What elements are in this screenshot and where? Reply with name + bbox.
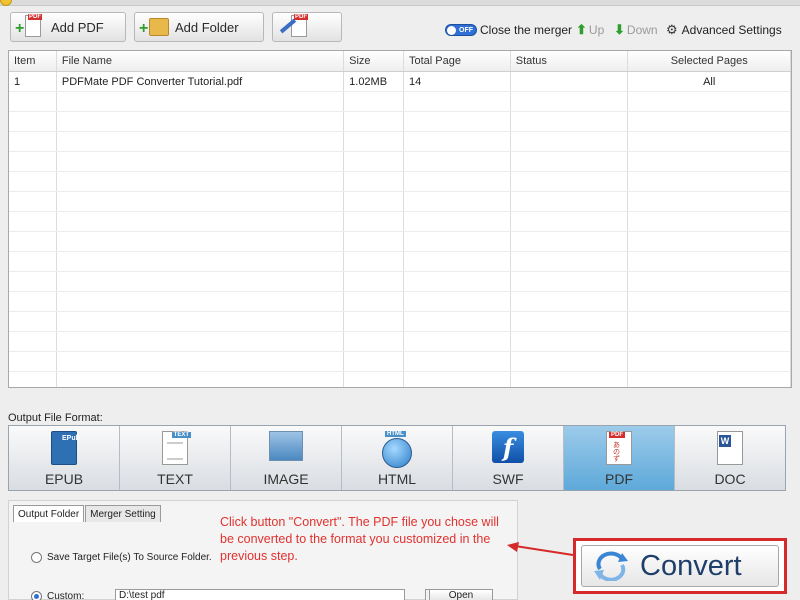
add-folder-icon: + xyxy=(139,14,169,40)
empty-row xyxy=(9,152,791,172)
format-html-button[interactable]: HTML HTML xyxy=(342,426,453,490)
window-top-strip xyxy=(0,0,800,6)
merger-toggle[interactable]: OFF xyxy=(445,24,477,36)
format-text-button[interactable]: TEXT TEXT xyxy=(120,426,231,490)
format-epub-button[interactable]: EPub EPUB xyxy=(9,426,120,490)
empty-row xyxy=(9,272,791,292)
arrow-up-icon: ⬆ xyxy=(576,22,587,37)
empty-row xyxy=(9,312,791,332)
format-pdf-label: PDF xyxy=(605,471,633,487)
format-swf-label: SWF xyxy=(492,471,524,487)
convert-label: Convert xyxy=(640,549,742,582)
column-header-selected-pages[interactable]: Selected Pages xyxy=(628,51,791,71)
pdf-edit-icon: PDF xyxy=(277,14,317,40)
output-format-label: Output File Format: xyxy=(8,412,103,424)
empty-row xyxy=(9,112,791,132)
empty-row xyxy=(9,332,791,352)
tutorial-annotation: Click button "Convert". The PDF file you… xyxy=(220,515,499,563)
save-to-source-radio[interactable] xyxy=(31,552,42,563)
column-header-file-name[interactable]: File Name xyxy=(57,51,345,71)
empty-row xyxy=(9,292,791,312)
format-image-button[interactable]: IMAGE xyxy=(231,426,342,490)
arrow-down-icon: ⬇ xyxy=(614,22,625,37)
close-merger-control[interactable]: OFF Close the merger xyxy=(445,22,572,38)
word-doc-icon: W xyxy=(717,431,743,465)
column-header-item[interactable]: Item xyxy=(9,51,57,71)
file-list-table[interactable]: Item File Name Size Total Page Status Se… xyxy=(8,50,792,388)
column-header-size[interactable]: Size xyxy=(344,51,404,71)
convert-refresh-icon xyxy=(594,551,628,581)
epub-icon: EPub xyxy=(51,431,80,465)
table-header: Item File Name Size Total Page Status Se… xyxy=(9,51,791,72)
close-merger-label: Close the merger xyxy=(480,23,573,37)
format-pdf-button[interactable]: PDF あのず PDF xyxy=(564,426,675,490)
advanced-settings-button[interactable]: ⚙ Advanced Settings xyxy=(666,22,782,38)
empty-row xyxy=(9,232,791,252)
down-label: Down xyxy=(626,23,658,37)
up-label: Up xyxy=(588,23,605,37)
flash-icon: f xyxy=(492,431,524,463)
add-pdf-label: Add PDF xyxy=(51,19,104,35)
down-button[interactable]: ⬇ Down xyxy=(614,22,658,38)
app-icon xyxy=(0,0,12,6)
empty-row xyxy=(9,192,791,212)
empty-row xyxy=(9,132,791,152)
format-swf-button[interactable]: f SWF xyxy=(453,426,564,490)
convert-highlight-box: Convert xyxy=(573,538,787,594)
image-file-icon xyxy=(269,431,303,461)
format-epub-label: EPUB xyxy=(44,471,84,487)
edit-pdf-button[interactable]: PDF xyxy=(272,12,342,42)
custom-label: Custom: xyxy=(47,591,85,600)
advanced-settings-label: Advanced Settings xyxy=(681,23,782,37)
custom-folder-option[interactable]: Custom: xyxy=(31,591,84,600)
tab-merger-setting[interactable]: Merger Setting xyxy=(85,505,161,522)
format-text-label: TEXT xyxy=(157,471,193,487)
column-header-total-page[interactable]: Total Page xyxy=(404,51,511,71)
pdf-file-icon: PDF あのず xyxy=(606,431,632,465)
gear-icon: ⚙ xyxy=(666,22,678,37)
tab-output-folder[interactable]: Output Folder xyxy=(13,505,85,522)
format-doc-label: DOC xyxy=(714,471,746,487)
save-to-source-option[interactable]: Save Target File(s) To Source Folder. xyxy=(31,552,212,563)
open-button[interactable]: Open xyxy=(429,589,493,600)
format-html-label: HTML xyxy=(377,471,417,487)
format-image-label: IMAGE xyxy=(263,471,309,487)
add-folder-button[interactable]: + Add Folder xyxy=(134,12,264,42)
column-header-status[interactable]: Status xyxy=(511,51,629,71)
up-button[interactable]: ⬆ Up xyxy=(576,22,604,38)
add-pdf-icon: PDF + xyxy=(15,14,42,37)
empty-row xyxy=(9,352,791,372)
annotation-arrow-icon xyxy=(507,542,574,556)
custom-path-input[interactable]: D:\test pdf xyxy=(115,589,405,600)
cell-item: 1 xyxy=(9,72,57,91)
output-format-bar: EPub EPUB TEXT TEXT IMAGE HTML HTML f SW… xyxy=(8,425,786,491)
custom-radio[interactable] xyxy=(31,591,42,600)
add-pdf-button[interactable]: PDF + Add PDF xyxy=(10,12,126,42)
html-globe-icon: HTML xyxy=(382,431,412,468)
save-to-source-label: Save Target File(s) To Source Folder. xyxy=(47,552,212,563)
cell-status xyxy=(511,72,629,91)
add-folder-label: Add Folder xyxy=(175,19,239,35)
empty-row xyxy=(9,372,791,387)
empty-row xyxy=(9,92,791,112)
table-row[interactable]: 1 PDFMate PDF Converter Tutorial.pdf 1.0… xyxy=(9,72,791,92)
empty-row xyxy=(9,172,791,192)
empty-row xyxy=(9,252,791,272)
cell-selected-pages[interactable]: All xyxy=(628,72,791,91)
cell-file-name: PDFMate PDF Converter Tutorial.pdf xyxy=(57,72,345,91)
cell-total-page: 14 xyxy=(404,72,511,91)
text-file-icon: TEXT xyxy=(162,431,191,465)
cell-size: 1.02MB xyxy=(344,72,404,91)
convert-button[interactable]: Convert xyxy=(581,545,779,587)
format-doc-button[interactable]: W DOC xyxy=(675,426,785,490)
empty-row xyxy=(9,212,791,232)
